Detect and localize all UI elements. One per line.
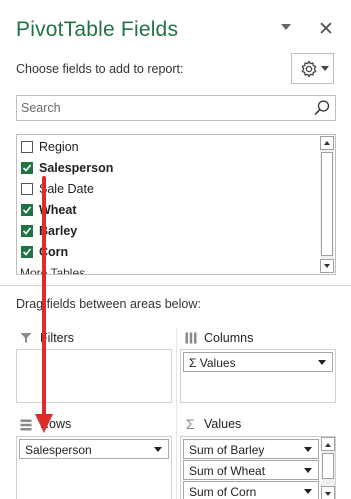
sigma-icon: Σ: [186, 416, 195, 432]
values-label: Values: [204, 417, 242, 431]
scroll-up-button[interactable]: [320, 136, 334, 150]
columns-label: Columns: [204, 331, 254, 345]
checkmark-icon: [22, 227, 32, 235]
checkmark-icon: [22, 164, 32, 172]
rows-area-header: Rows: [16, 414, 172, 436]
field-label: Salesperson: [39, 161, 114, 175]
values-chip-sum-wheat[interactable]: Sum of Wheat: [183, 460, 319, 480]
field-list: Region Salesperson Sale Date Wheat Barle…: [16, 134, 336, 275]
checkbox-corn[interactable]: [21, 246, 33, 258]
chip-label: Values: [199, 356, 236, 370]
field-item-corn[interactable]: Corn: [21, 242, 311, 262]
chip-label: Sum of Wheat: [189, 464, 266, 478]
areas-vertical-divider: [176, 328, 177, 499]
checkbox-sale-date[interactable]: [21, 183, 33, 195]
search-input[interactable]: [21, 99, 301, 117]
values-chip-sum-barley[interactable]: Sum of Barley: [183, 439, 319, 459]
arrow-down-icon: [324, 264, 330, 268]
close-icon[interactable]: ✕: [318, 20, 334, 39]
field-item-barley[interactable]: Barley: [21, 221, 311, 241]
panel-options-dropdown-icon[interactable]: [280, 22, 292, 32]
arrow-up-icon: [324, 141, 330, 145]
gear-icon: [301, 60, 317, 78]
values-scrollbar[interactable]: [321, 437, 335, 499]
chevron-down-icon[interactable]: [154, 447, 162, 452]
field-item-wheat[interactable]: Wheat: [21, 200, 311, 220]
columns-icon: [185, 332, 197, 344]
field-label: Region: [39, 140, 79, 154]
chip-label: Sum of Corn: [189, 485, 257, 499]
columns-drop-area[interactable]: Σ Values: [180, 349, 336, 403]
field-label: Barley: [39, 224, 78, 238]
checkbox-region[interactable]: [21, 141, 33, 153]
filters-area-header: Filters: [16, 328, 172, 350]
values-drop-area[interactable]: Sum of Barley Sum of Wheat Sum of Corn: [180, 436, 336, 499]
scroll-thumb[interactable]: [322, 453, 334, 479]
columns-chip-values[interactable]: Σ Values: [183, 352, 333, 372]
drag-fields-label: Drag fields between areas below:: [16, 297, 201, 311]
scroll-down-button[interactable]: [320, 259, 334, 273]
sigma-icon: Σ: [189, 356, 197, 370]
filters-label: Filters: [40, 331, 75, 345]
arrow-down-icon: [325, 492, 331, 496]
field-search-box[interactable]: [16, 95, 336, 121]
checkmark-icon: [22, 206, 32, 214]
field-label: Corn: [39, 245, 69, 259]
rows-label: Rows: [40, 417, 72, 431]
columns-area-header: Columns: [180, 328, 336, 350]
field-item-region[interactable]: Region: [21, 137, 311, 157]
scroll-down-button[interactable]: [321, 486, 335, 499]
tools-button[interactable]: [291, 53, 334, 84]
checkmark-icon: [22, 248, 32, 256]
chip-label: Salesperson: [25, 443, 92, 457]
more-tables-link[interactable]: More Tables...: [20, 266, 95, 274]
filter-icon: [20, 333, 32, 343]
checkbox-wheat[interactable]: [21, 204, 33, 216]
arrow-up-icon: [325, 443, 331, 447]
field-item-sale-date[interactable]: Sale Date: [21, 179, 311, 199]
rows-icon: [20, 419, 32, 431]
chevron-down-icon[interactable]: [304, 468, 312, 473]
values-area-header: Σ Values: [180, 414, 336, 436]
chevron-down-icon[interactable]: [304, 489, 312, 494]
field-label: Sale Date: [39, 182, 94, 196]
values-chip-sum-corn[interactable]: Sum of Corn: [183, 481, 319, 499]
panel-title: PivotTable Fields: [16, 18, 179, 41]
chip-label: Sum of Barley: [189, 443, 265, 457]
scroll-up-button[interactable]: [321, 437, 335, 451]
section-divider: [0, 285, 351, 286]
scroll-thumb[interactable]: [321, 152, 333, 256]
field-item-salesperson[interactable]: Salesperson: [21, 158, 311, 178]
rows-chip-salesperson[interactable]: Salesperson: [19, 439, 169, 459]
rows-drop-area[interactable]: Salesperson: [16, 436, 172, 499]
choose-fields-label: Choose fields to add to report:: [16, 62, 184, 76]
chevron-down-icon[interactable]: [304, 447, 312, 452]
field-label: Wheat: [39, 203, 77, 217]
filters-drop-area[interactable]: [16, 349, 172, 403]
checkbox-barley[interactable]: [21, 225, 33, 237]
field-list-scrollbar[interactable]: [320, 136, 334, 273]
checkbox-salesperson[interactable]: [21, 162, 33, 174]
chevron-down-icon[interactable]: [318, 360, 326, 365]
chevron-down-icon: [321, 66, 329, 71]
search-icon[interactable]: [313, 99, 331, 117]
